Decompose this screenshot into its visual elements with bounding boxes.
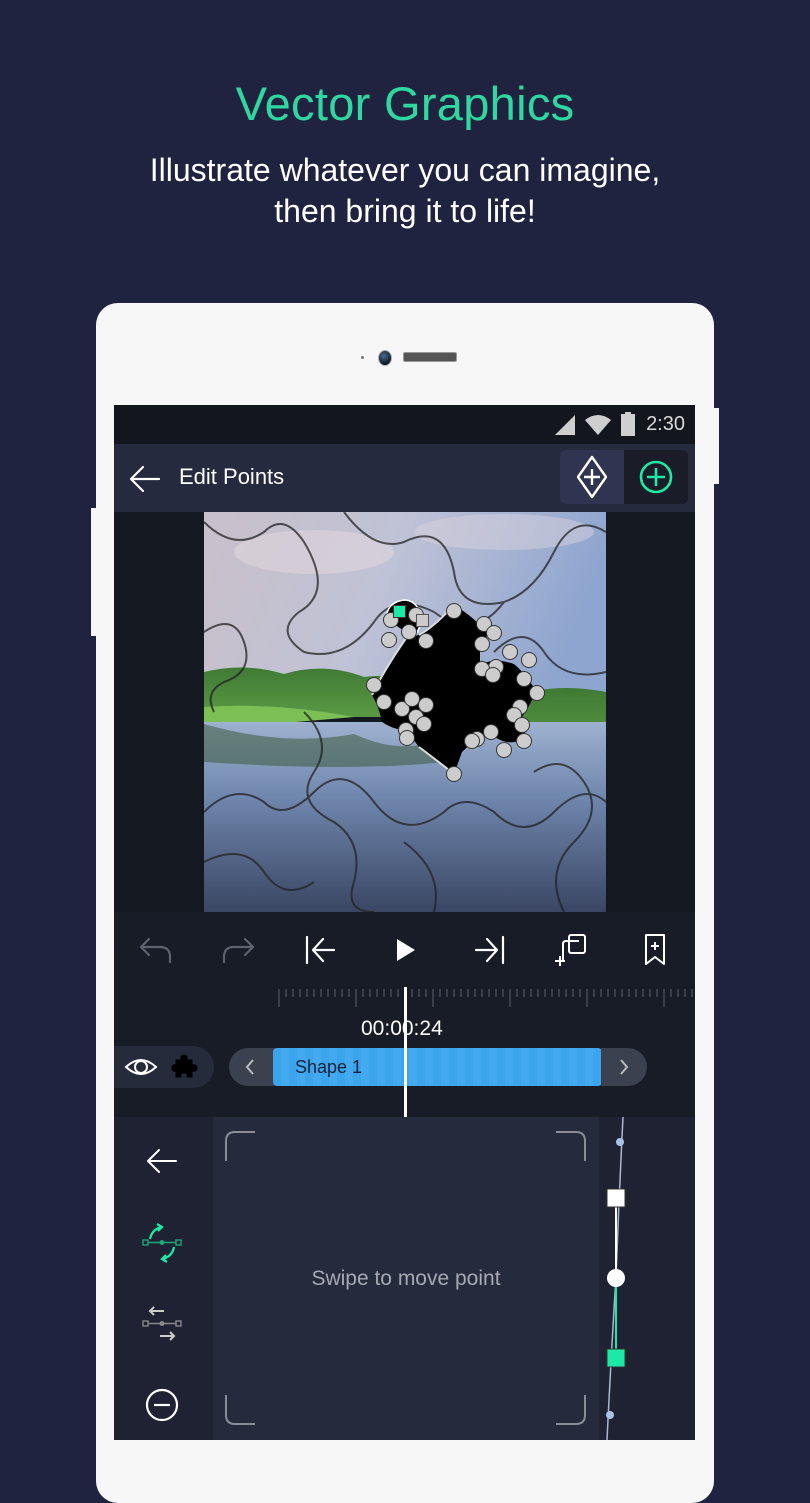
control-point[interactable] — [418, 633, 434, 649]
control-point[interactable] — [485, 667, 501, 683]
control-point[interactable] — [502, 644, 518, 660]
bezier-handle-preview — [599, 1116, 695, 1440]
battery-icon — [621, 412, 635, 436]
add-point-button[interactable] — [624, 450, 688, 504]
bezier-curve-graphic — [606, 1116, 626, 1440]
phone-screen: 2:30 Edit Points 00:00:24 Shape 1 Swipe … — [114, 405, 695, 1440]
control-point[interactable] — [376, 694, 392, 710]
control-point[interactable] — [464, 733, 480, 749]
phone-volume-button — [91, 508, 96, 636]
promo-headline: Vector Graphics — [235, 77, 575, 130]
track-shape-1[interactable]: Shape 1 — [273, 1048, 602, 1086]
visibility-toggle[interactable] — [124, 1052, 158, 1082]
undo-button[interactable] — [136, 932, 176, 968]
play-icon — [397, 939, 415, 961]
swap-handles-icon — [142, 1306, 182, 1341]
handle-in — [606, 1188, 626, 1208]
arrow-left-icon — [129, 465, 161, 493]
control-point[interactable] — [366, 677, 382, 693]
playhead[interactable] — [404, 987, 407, 1117]
promo-subline-line-1: Illustrate whatever you can imagine, — [149, 152, 661, 188]
control-point[interactable] — [446, 603, 462, 619]
point-tools — [114, 1117, 213, 1440]
handle[interactable] — [416, 614, 429, 627]
status-bar: 2:30 — [114, 405, 695, 444]
skip-start-icon — [305, 935, 336, 965]
timecode: 00:00:24 — [361, 1017, 443, 1040]
circle-plus-icon — [639, 460, 673, 494]
rotate-handles-icon — [142, 1223, 182, 1263]
play-button[interactable] — [386, 932, 426, 968]
layer-controls — [114, 1046, 214, 1088]
promo-subline-line-2: then bring it to life! — [274, 193, 536, 229]
promo-subline: Illustrate whatever you can imagine, the… — [0, 150, 810, 232]
diamond-plus-icon — [576, 455, 608, 499]
curve-point-top — [616, 1138, 624, 1146]
jump-to-start-button[interactable] — [301, 932, 341, 968]
track-prev-button[interactable] — [229, 1048, 275, 1086]
timeline-ruler[interactable] — [274, 987, 695, 1009]
control-point[interactable] — [401, 624, 417, 640]
control-point[interactable] — [446, 766, 462, 782]
undo-icon — [139, 937, 172, 964]
duplicate-button[interactable] — [551, 932, 591, 968]
track-next-button[interactable] — [601, 1048, 647, 1086]
back-button[interactable] — [128, 462, 162, 496]
control-point[interactable] — [399, 730, 415, 746]
app-bar: Edit Points — [114, 444, 695, 512]
signal-icon — [555, 415, 575, 435]
control-point[interactable] — [483, 724, 499, 740]
point-edit-panel: Swipe to move point — [114, 1116, 695, 1440]
chevron-left-icon — [245, 1059, 254, 1075]
canvas-area[interactable] — [114, 512, 695, 912]
phone-sensor — [361, 356, 364, 359]
control-point[interactable] — [416, 716, 432, 732]
bookmark-plus-icon — [645, 934, 665, 965]
swap-handles-button[interactable] — [138, 1302, 186, 1346]
skip-end-icon — [474, 935, 505, 965]
chevron-right-icon — [620, 1059, 629, 1075]
remove-point-button[interactable] — [138, 1383, 186, 1427]
duplicate-icon — [555, 934, 586, 966]
phone-speaker — [403, 352, 457, 362]
control-point[interactable] — [381, 632, 397, 648]
swipe-pad[interactable]: Swipe to move point — [213, 1117, 599, 1440]
redo-icon — [222, 937, 255, 964]
arrow-left-icon — [147, 1149, 177, 1173]
control-point[interactable] — [516, 671, 532, 687]
add-bookmark-button[interactable] — [635, 932, 675, 968]
point-type-toggle — [560, 450, 688, 504]
selected-handle[interactable] — [393, 605, 406, 618]
track-label: Shape 1 — [295, 1057, 363, 1077]
add-diamond-point-button[interactable] — [560, 450, 624, 504]
swipe-hint: Swipe to move point — [311, 1267, 501, 1290]
page-title: Edit Points — [179, 464, 285, 489]
redo-button[interactable] — [218, 932, 258, 968]
wifi-icon — [585, 415, 611, 435]
panel-back-button[interactable] — [138, 1139, 186, 1183]
handle-out — [606, 1348, 626, 1368]
phone-camera — [378, 350, 392, 366]
control-point[interactable] — [496, 742, 512, 758]
control-point[interactable] — [529, 685, 545, 701]
puzzle-icon — [171, 1054, 198, 1078]
eye-icon — [124, 1059, 158, 1075]
jump-to-end-button[interactable] — [469, 932, 509, 968]
status-time: 2:30 — [646, 413, 685, 435]
playback-toolbar — [114, 912, 695, 987]
phone-power-button — [714, 408, 719, 484]
artboard[interactable] — [204, 512, 606, 912]
layer-type-button[interactable] — [170, 1052, 200, 1082]
control-point[interactable] — [514, 717, 530, 733]
control-point[interactable] — [474, 636, 490, 652]
minus-circle-icon — [145, 1388, 179, 1422]
curve-point-bottom — [606, 1411, 614, 1419]
control-point[interactable] — [521, 652, 537, 668]
anchor-point — [607, 1269, 625, 1287]
rotate-handles-button[interactable] — [138, 1221, 186, 1265]
control-point[interactable] — [516, 733, 532, 749]
